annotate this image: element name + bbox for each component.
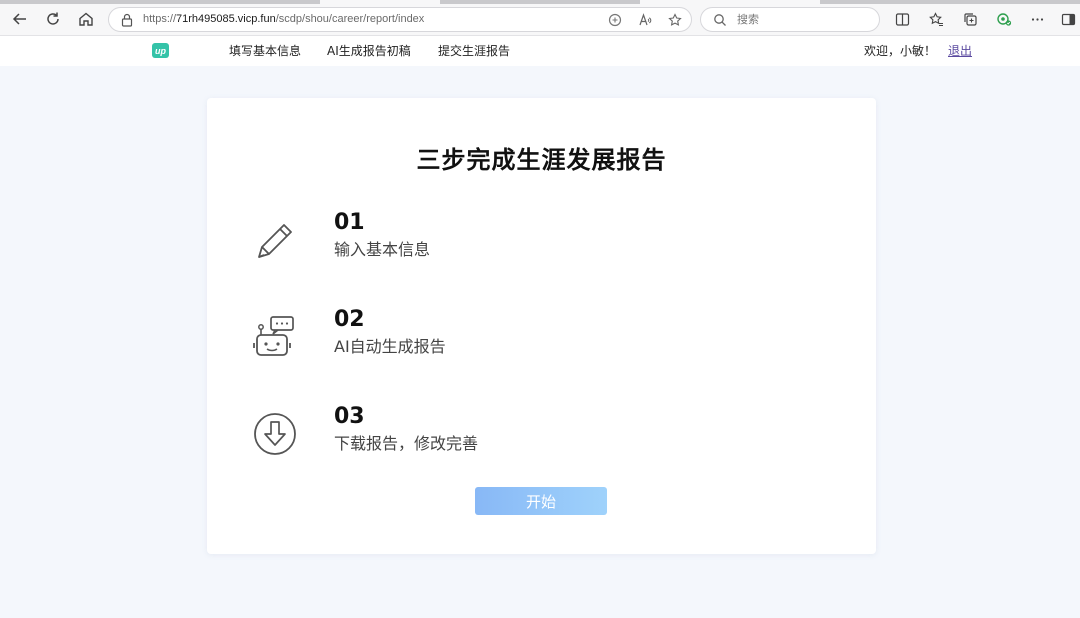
step-3: 03 下载报告，修改完善 bbox=[251, 404, 811, 464]
search-placeholder: 搜索 bbox=[737, 13, 759, 26]
browser-toolbar: https://71rh495085.vicp.fun/scdp/shou/ca… bbox=[0, 0, 1080, 36]
step-description: 下载报告，修改完善 bbox=[334, 434, 479, 453]
sidebar-icon[interactable] bbox=[1056, 7, 1080, 31]
split-screen-icon[interactable] bbox=[890, 7, 914, 31]
download-circle-icon bbox=[254, 413, 296, 455]
more-icon[interactable] bbox=[1025, 7, 1049, 31]
browser-search-box[interactable]: 搜索 bbox=[700, 7, 880, 32]
robot-chat-icon bbox=[253, 316, 294, 356]
reader-icon[interactable] bbox=[607, 12, 623, 28]
page-title: 三步完成生涯发展报告 bbox=[416, 146, 667, 174]
step-number: 03 bbox=[334, 404, 365, 429]
step-number: 01 bbox=[334, 210, 365, 235]
nav-ai-draft-report[interactable]: AI生成报告初稿 bbox=[327, 36, 411, 66]
nav-submit-report[interactable]: 提交生涯报告 bbox=[438, 36, 510, 66]
url-text[interactable]: https://71rh495085.vicp.fun/scdp/shou/ca… bbox=[143, 8, 424, 31]
back-icon[interactable] bbox=[8, 7, 32, 31]
search-icon bbox=[714, 14, 726, 26]
start-button[interactable]: 开始 bbox=[475, 487, 607, 515]
read-aloud-icon[interactable] bbox=[637, 12, 653, 28]
favorite-star-icon[interactable] bbox=[667, 12, 683, 28]
tab-strip-edge bbox=[0, 0, 1080, 4]
logout-link[interactable]: 退出 bbox=[948, 36, 972, 66]
pencil-icon bbox=[258, 224, 292, 258]
welcome-text: 欢迎，小敏！ bbox=[864, 44, 937, 58]
step-2: 02 AI自动生成报告 bbox=[251, 307, 811, 367]
site-logo[interactable]: up bbox=[152, 43, 169, 58]
collections-icon[interactable] bbox=[958, 7, 982, 31]
step-description: 输入基本信息 bbox=[334, 240, 431, 259]
favorites-icon[interactable] bbox=[924, 7, 948, 31]
lock-icon[interactable] bbox=[121, 13, 133, 27]
steps-card: 三步完成生涯发展报告 01 输入基本信息 02 AI自动生成报告 03 下载报告… bbox=[207, 98, 876, 554]
refresh-icon[interactable] bbox=[41, 7, 65, 31]
extension-icon[interactable] bbox=[992, 7, 1016, 31]
step-description: AI自动生成报告 bbox=[334, 337, 446, 356]
address-bar[interactable]: https://71rh495085.vicp.fun/scdp/shou/ca… bbox=[108, 7, 692, 32]
home-icon[interactable] bbox=[74, 7, 98, 31]
step-1: 01 输入基本信息 bbox=[251, 210, 811, 270]
site-header: up 填写基本信息 AI生成报告初稿 提交生涯报告 欢迎，小敏！ 退出 bbox=[0, 36, 1080, 66]
nav-fill-basic-info[interactable]: 填写基本信息 bbox=[229, 36, 301, 66]
step-number: 02 bbox=[334, 307, 365, 332]
